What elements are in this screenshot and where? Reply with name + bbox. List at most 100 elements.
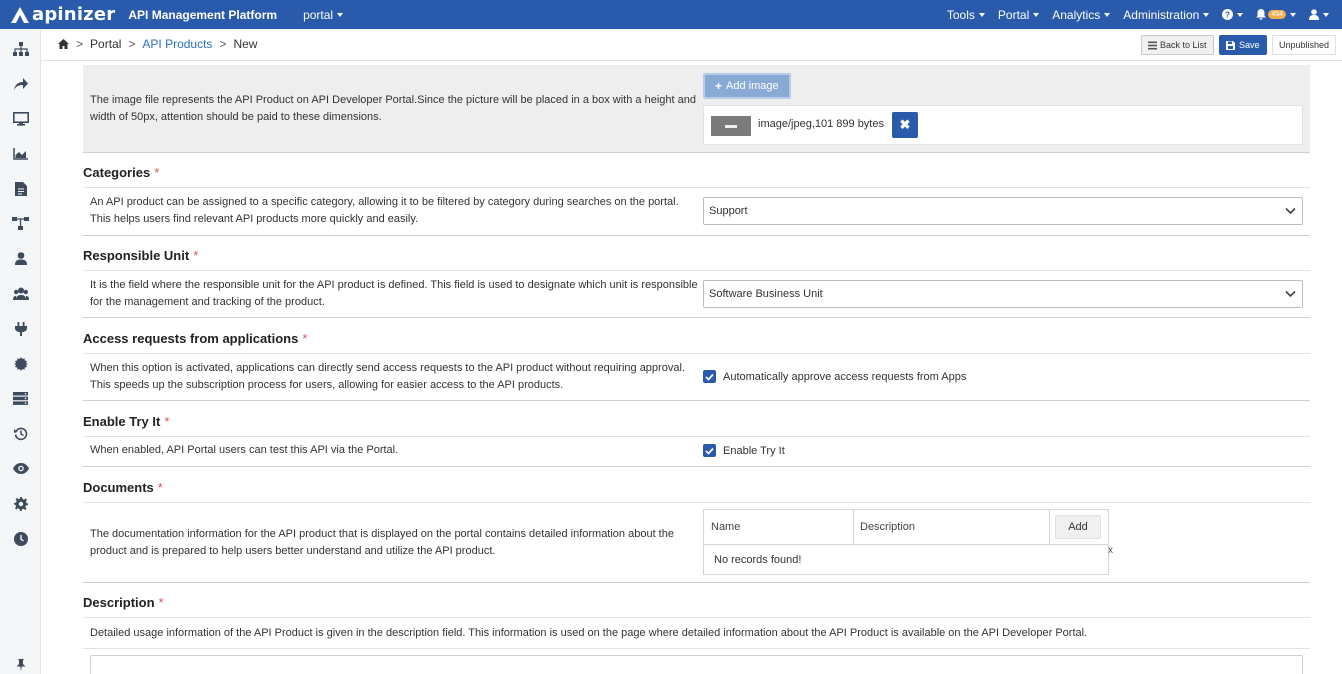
breadcrumb: > Portal > API Products > New [58, 37, 257, 51]
divider [83, 270, 1310, 271]
history-icon[interactable] [12, 425, 29, 442]
add-document-button[interactable]: Add [1055, 515, 1101, 539]
logo-mark-icon [11, 6, 29, 23]
menu-analytics[interactable]: Analytics [1052, 7, 1111, 22]
gear-badge-icon[interactable] [12, 355, 29, 372]
enable-try-it-label: Enable Try It [723, 444, 785, 457]
breadcrumb-separator: > [76, 37, 84, 51]
responsible-unit-title: Responsible Unit * [83, 248, 198, 263]
floppy-icon [1226, 40, 1235, 50]
share-icon[interactable] [12, 75, 29, 92]
help-menu[interactable]: ? [1222, 9, 1244, 20]
pin-icon[interactable] [12, 656, 29, 673]
project-selector[interactable]: portal [303, 8, 344, 22]
try-it-description: When enabled, API Portal users can test … [90, 444, 399, 456]
clock-icon[interactable] [12, 530, 29, 547]
breadcrumb-api-products[interactable]: API Products [142, 37, 212, 51]
divider [83, 648, 1310, 649]
documents-table-header: Name Description Add [704, 510, 1108, 545]
main-content: The image file represents the API Produc… [41, 61, 1342, 674]
description-help-text: Detailed usage information of the API Pr… [90, 627, 1088, 639]
menu-administration[interactable]: Administration [1123, 7, 1210, 22]
eye-icon[interactable] [12, 460, 29, 477]
back-to-list-label: Back to List [1160, 40, 1207, 50]
divider [83, 317, 1310, 318]
remove-image-button[interactable]: ✖ [892, 112, 918, 138]
check-icon [705, 373, 714, 381]
bell-icon [1256, 9, 1267, 20]
top-menu: Tools Portal Analytics Administration ? … [947, 0, 1342, 29]
image-description: The image file represents the API Produc… [90, 94, 696, 123]
enable-try-it-checkbox-row[interactable]: Enable Try It [703, 444, 785, 457]
divider [83, 617, 1310, 618]
settings-icon[interactable] [12, 495, 29, 512]
responsible-unit-select-value: Software Business Unit [709, 288, 823, 300]
menu-administration-label: Administration [1123, 7, 1200, 22]
notifications-menu[interactable]: 454 [1256, 9, 1296, 20]
save-button[interactable]: Save [1219, 35, 1267, 55]
add-image-label: Add image [726, 80, 779, 92]
divider [83, 400, 1310, 401]
sidebar [0, 29, 41, 674]
divider [83, 466, 1310, 467]
menu-analytics-label: Analytics [1052, 7, 1101, 22]
close-icon[interactable]: x [1108, 545, 1113, 556]
required-mark: * [302, 331, 308, 346]
top-navbar: apinizer API Management Platform portal … [0, 0, 1342, 29]
users-icon[interactable] [12, 285, 29, 302]
monitor-icon[interactable] [12, 110, 29, 127]
platform-title: API Management Platform [128, 7, 278, 22]
list-icon [1148, 41, 1157, 49]
chevron-down-icon [1285, 207, 1296, 215]
responsible-unit-select[interactable]: Software Business Unit [703, 280, 1303, 308]
back-to-list-button[interactable]: Back to List [1141, 35, 1214, 55]
chevron-down-icon [337, 13, 344, 18]
menu-tools[interactable]: Tools [947, 8, 985, 22]
chevron-down-icon [1104, 12, 1111, 17]
area-chart-icon[interactable] [12, 145, 29, 162]
enable-try-it-checkbox[interactable] [703, 444, 716, 457]
category-select-value: Support [709, 205, 748, 217]
try-it-title-text: Enable Try It [83, 414, 161, 429]
try-it-title: Enable Try It * [83, 414, 169, 429]
user-menu[interactable] [1309, 9, 1329, 20]
breadcrumb-separator: > [219, 37, 227, 51]
required-mark: * [157, 480, 163, 495]
flow-icon[interactable] [12, 215, 29, 232]
home-icon[interactable] [58, 39, 69, 49]
document-icon[interactable] [12, 180, 29, 197]
svg-text:?: ? [1225, 11, 1230, 20]
description-editor[interactable] [90, 655, 1303, 674]
documents-title-text: Documents [83, 480, 154, 495]
categories-description: An API product can be assigned to a spec… [90, 196, 679, 225]
access-requests-title-text: Access requests from applications [83, 331, 299, 346]
plug-icon[interactable] [12, 320, 29, 337]
breadcrumb-current: New [233, 37, 258, 51]
divider [83, 152, 1310, 153]
description-title: Description * [83, 595, 164, 610]
access-requests-description: When this option is activated, applicati… [90, 362, 685, 391]
server-icon[interactable] [12, 390, 29, 407]
chevron-down-icon [1237, 12, 1244, 17]
menu-portal[interactable]: Portal [998, 8, 1040, 22]
auto-approve-checkbox-row[interactable]: Automatically approve access requests fr… [703, 370, 966, 383]
category-select[interactable]: Support [703, 197, 1303, 225]
column-divider [853, 510, 854, 545]
save-label: Save [1239, 40, 1260, 50]
required-mark: * [164, 414, 170, 429]
required-mark: * [154, 165, 160, 180]
categories-title-text: Categories [83, 165, 151, 180]
add-image-button[interactable]: + Add image [703, 73, 791, 99]
column-name: Name [711, 521, 741, 533]
divider [83, 353, 1310, 354]
empty-state-text: No records found! [714, 554, 802, 566]
auto-approve-checkbox[interactable] [703, 370, 716, 383]
notification-count-badge: 454 [1268, 10, 1286, 19]
documents-table: Name Description Add No records found! [703, 509, 1109, 575]
plus-icon: + [715, 79, 723, 93]
sitemap-icon[interactable] [12, 40, 29, 57]
user-icon[interactable] [12, 250, 29, 267]
breadcrumb-portal[interactable]: Portal [90, 37, 121, 51]
breadcrumb-bar: > Portal > API Products > New Back to Li… [41, 29, 1342, 61]
apinizer-logo[interactable]: apinizer [10, 4, 115, 25]
